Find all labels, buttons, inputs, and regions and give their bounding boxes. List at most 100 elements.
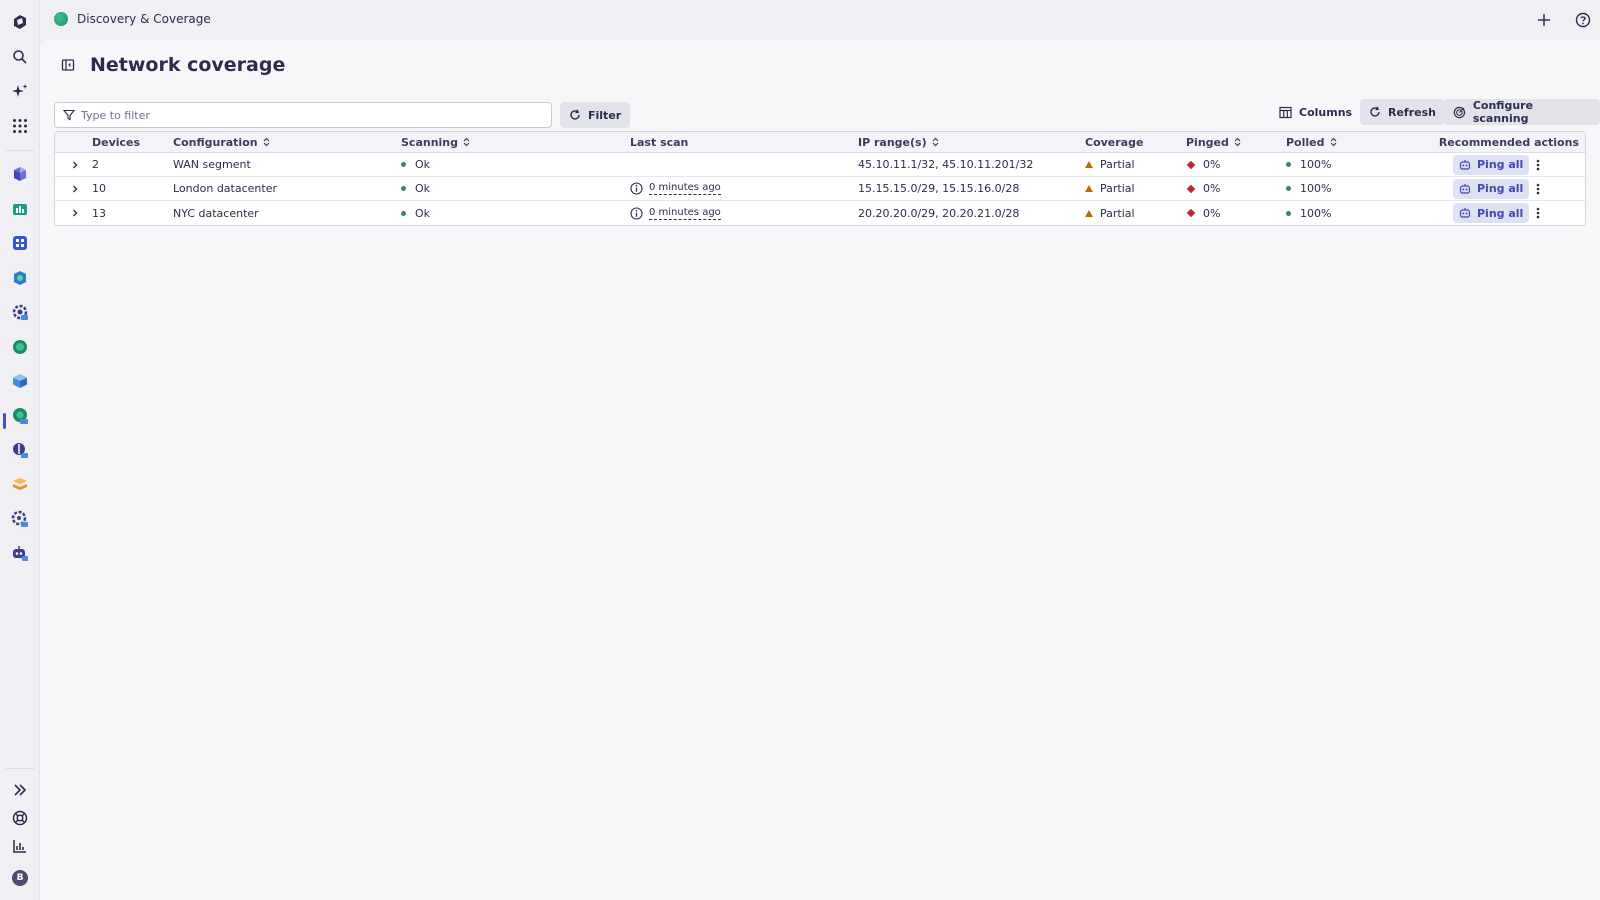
scanning-status: Ok bbox=[401, 177, 430, 200]
ok-status-dot-icon bbox=[1286, 186, 1291, 191]
dashboards-app-icon[interactable] bbox=[8, 197, 32, 221]
header-pinged[interactable]: Pinged bbox=[1186, 132, 1241, 152]
polled-label: 100% bbox=[1300, 182, 1332, 195]
user-initial: B bbox=[12, 870, 28, 886]
coverage-table: Devices Configuration Scanning Last scan… bbox=[54, 131, 1586, 226]
header-configuration[interactable]: Configuration bbox=[173, 132, 270, 152]
ping-all-action: Ping all bbox=[1453, 153, 1530, 176]
header-recommended-actions: Recommended actions bbox=[1438, 135, 1579, 149]
devices-count: 2 bbox=[92, 158, 99, 171]
scanning-status-label: Ok bbox=[415, 206, 431, 220]
ip-ranges: 20.20.20.0/29, 20.20.21.0/28 bbox=[858, 206, 1020, 220]
dynatrace-logo-icon[interactable] bbox=[8, 10, 32, 34]
expand-row-chevron-icon[interactable] bbox=[65, 201, 85, 225]
last-scan-label[interactable]: 0 minutes ago bbox=[649, 207, 721, 220]
info-icon[interactable] bbox=[630, 182, 643, 195]
coverage-label: Partial bbox=[1100, 206, 1135, 220]
services-app-icon[interactable] bbox=[8, 231, 32, 255]
sort-icon bbox=[1234, 137, 1241, 147]
table-row: 10 London datacenter Ok 0 minutes ago 15… bbox=[55, 177, 1585, 201]
configure-scanning-button[interactable]: Configure scanning bbox=[1444, 99, 1600, 125]
expand-row-chevron-icon[interactable] bbox=[65, 177, 85, 200]
radar-scan-icon bbox=[1453, 106, 1466, 118]
ping-all-action: Ping all bbox=[1453, 177, 1530, 200]
apps-grid-icon[interactable] bbox=[8, 114, 32, 138]
pinged-value: 0% bbox=[1186, 201, 1220, 225]
search-icon[interactable] bbox=[8, 45, 32, 69]
ping-all-button[interactable]: Ping all bbox=[1453, 154, 1530, 175]
row-more-options-icon[interactable] bbox=[1530, 201, 1546, 225]
columns-button[interactable]: Columns bbox=[1270, 99, 1361, 125]
row-more-options-icon[interactable] bbox=[1530, 177, 1546, 200]
header-scanning[interactable]: Scanning bbox=[401, 132, 470, 152]
add-icon[interactable] bbox=[1534, 10, 1554, 30]
ok-status-dot-icon bbox=[401, 186, 406, 191]
ping-all-button[interactable]: Ping all bbox=[1453, 203, 1530, 223]
header-scanning-label: Scanning bbox=[401, 135, 459, 149]
left-rail: B bbox=[0, 0, 40, 900]
app-name: Discovery & Coverage bbox=[77, 12, 211, 26]
ip-ranges: 45.10.11.1/32, 45.10.11.201/32 bbox=[858, 158, 1034, 171]
scanning-status-label: Ok bbox=[415, 182, 431, 195]
filter-input[interactable] bbox=[81, 108, 521, 122]
toggle-sidepanel-icon[interactable] bbox=[60, 57, 76, 73]
logs-app-icon[interactable] bbox=[8, 472, 32, 496]
ok-status-dot-icon bbox=[401, 162, 406, 167]
ping-all-label: Ping all bbox=[1477, 182, 1524, 195]
user-avatar[interactable]: B bbox=[8, 866, 32, 890]
last-scan: 0 minutes ago bbox=[630, 177, 721, 200]
table-row: 2 WAN segment Ok 45.10.11.1/32, 45.10.11… bbox=[55, 153, 1585, 177]
info-icon[interactable] bbox=[630, 206, 643, 220]
header-ip-ranges-label: IP range(s) bbox=[858, 135, 927, 149]
automation-app-icon[interactable] bbox=[8, 541, 32, 565]
ok-status-dot-icon bbox=[1286, 210, 1291, 216]
scanning-status-label: Ok bbox=[415, 158, 431, 171]
refresh-button[interactable]: Refresh bbox=[1360, 99, 1445, 125]
refresh-button-label: Refresh bbox=[1388, 105, 1436, 119]
columns-button-label: Columns bbox=[1299, 105, 1353, 119]
usage-chart-icon[interactable] bbox=[8, 834, 32, 858]
hub-app-icon[interactable] bbox=[8, 507, 32, 531]
header-last-scan: Last scan bbox=[630, 135, 689, 149]
ping-all-label: Ping all bbox=[1477, 158, 1524, 171]
expand-rail-icon[interactable] bbox=[8, 778, 32, 802]
configuration-name: WAN segment bbox=[173, 158, 251, 171]
filter-field[interactable] bbox=[54, 102, 552, 128]
critical-diamond-icon bbox=[1186, 208, 1196, 218]
header-polled[interactable]: Polled bbox=[1286, 132, 1337, 152]
network-coverage-app-icon[interactable] bbox=[8, 404, 32, 428]
header-polled-label: Polled bbox=[1286, 135, 1325, 149]
row-more-options-icon[interactable] bbox=[1530, 153, 1546, 176]
warning-triangle-icon bbox=[1085, 209, 1093, 217]
expand-row-chevron-icon[interactable] bbox=[65, 153, 85, 176]
support-icon[interactable] bbox=[8, 806, 32, 830]
last-scan-label[interactable]: 0 minutes ago bbox=[649, 182, 721, 195]
pinged-value: 0% bbox=[1186, 153, 1220, 176]
polled-value: 100% bbox=[1286, 201, 1331, 225]
ok-status-dot-icon bbox=[401, 210, 406, 216]
pinged-value: 0% bbox=[1186, 177, 1220, 200]
critical-diamond-icon bbox=[1186, 160, 1196, 169]
warning-triangle-icon bbox=[1085, 161, 1093, 168]
help-icon[interactable] bbox=[1573, 10, 1593, 30]
coverage-status: Partial bbox=[1085, 201, 1135, 225]
sort-icon bbox=[932, 137, 939, 147]
filter-button-label: Filter bbox=[588, 108, 622, 122]
devices-count: 13 bbox=[92, 206, 106, 220]
filter-button[interactable]: Filter bbox=[560, 102, 631, 128]
infrastructure-app-icon[interactable] bbox=[8, 162, 32, 186]
warning-triangle-icon bbox=[1085, 185, 1093, 192]
ping-all-button[interactable]: Ping all bbox=[1453, 178, 1530, 199]
notebooks-app-icon[interactable] bbox=[8, 438, 32, 462]
page-header: Network coverage bbox=[60, 54, 285, 76]
robot-icon bbox=[1459, 159, 1471, 170]
settings-app-icon[interactable] bbox=[8, 300, 32, 324]
pinged-label: 0% bbox=[1203, 158, 1221, 171]
kubernetes-app-icon[interactable] bbox=[8, 266, 32, 290]
discovery-app-icon[interactable] bbox=[8, 335, 32, 359]
pinged-label: 0% bbox=[1203, 182, 1221, 195]
cube-app-icon[interactable] bbox=[8, 369, 32, 393]
coverage-status: Partial bbox=[1085, 177, 1135, 200]
ai-sparkle-icon[interactable] bbox=[8, 79, 32, 103]
header-ip-ranges[interactable]: IP range(s) bbox=[858, 132, 939, 152]
